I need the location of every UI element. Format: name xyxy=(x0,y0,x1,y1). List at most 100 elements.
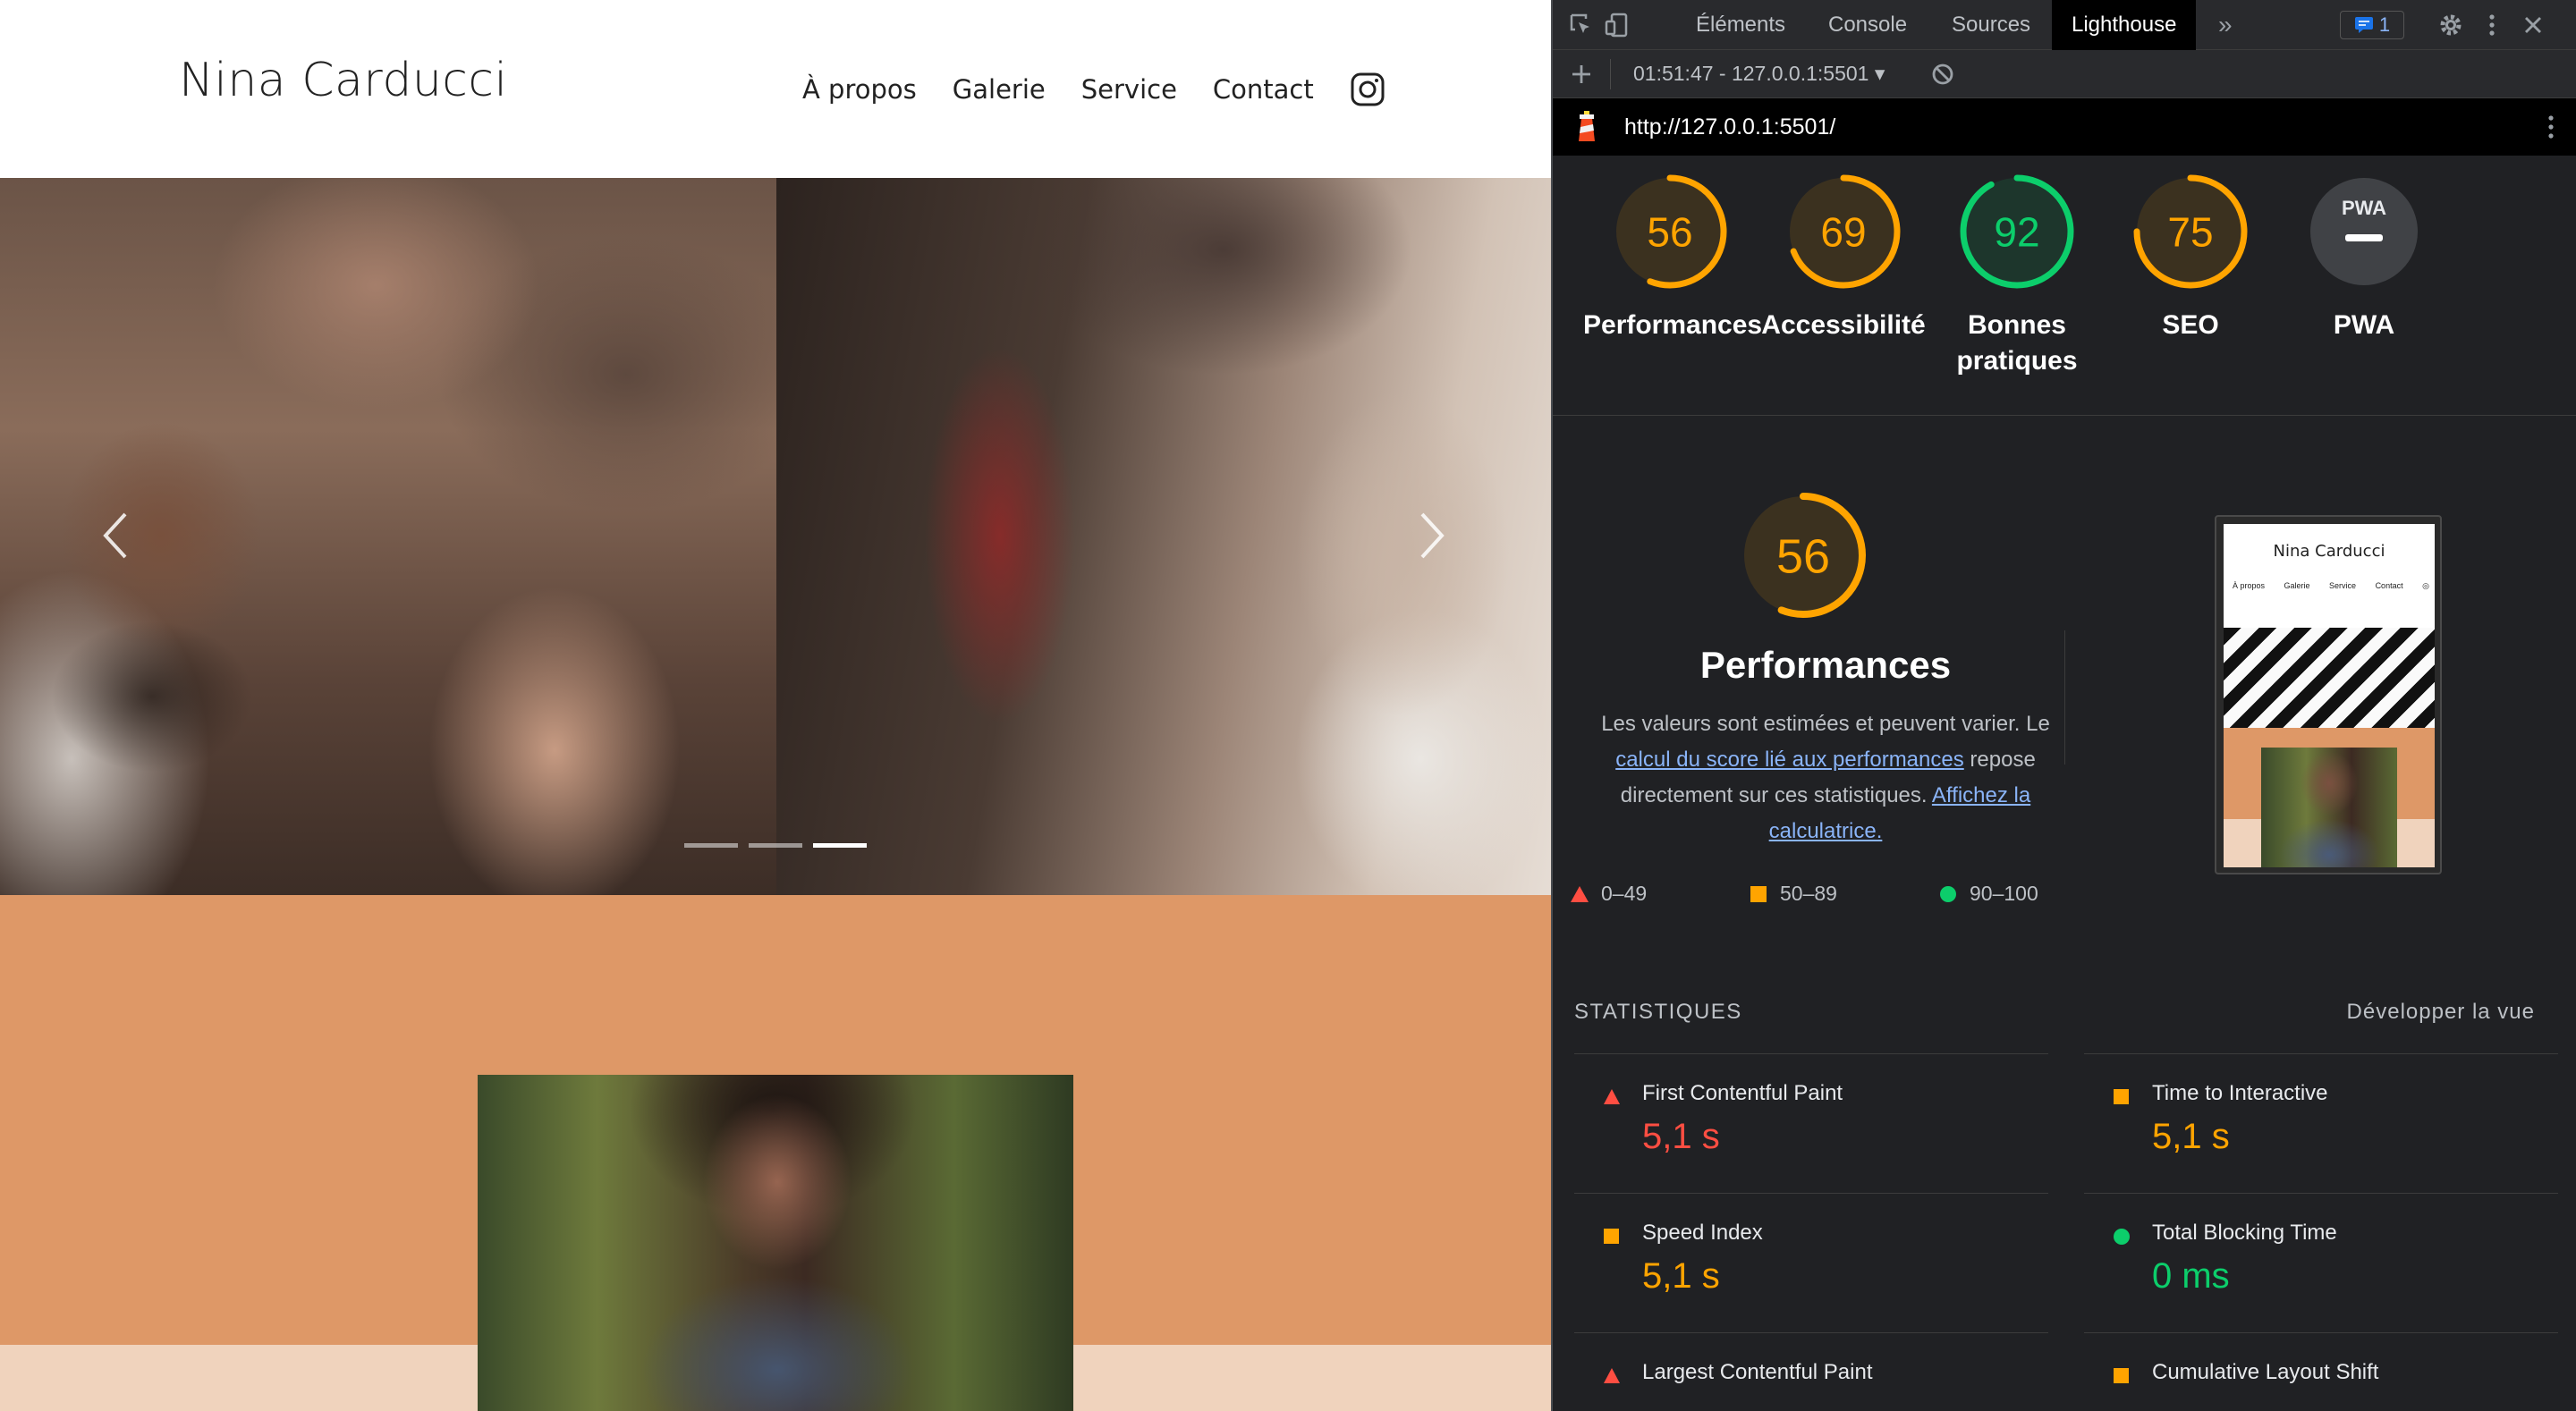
gauge-ring: 92 xyxy=(1960,174,2074,289)
nav-link-about[interactable]: À propos xyxy=(802,74,917,105)
nav-link-contact[interactable]: Contact xyxy=(1213,74,1314,105)
instagram-icon[interactable] xyxy=(1350,72,1385,107)
lighthouse-url-bar: http://127.0.0.1:5501/ xyxy=(1553,98,2576,156)
metric-speed-index: Speed Index 5,1 s xyxy=(1574,1193,2048,1332)
thumbnail-brand: Nina Carducci xyxy=(2273,542,2385,561)
triangle-fail-icon xyxy=(1604,1368,1620,1383)
carousel-indicators xyxy=(684,843,867,848)
report-selector[interactable]: 01:51:47 - 127.0.0.1:5501 ▾ xyxy=(1633,62,1885,86)
metric-name: Speed Index xyxy=(1642,1221,1763,1245)
legend-pass-range: 90–100 xyxy=(1970,882,2038,905)
triangle-fail-icon xyxy=(1571,885,1589,902)
lighthouse-toolbar: 01:51:47 - 127.0.0.1:5501 ▾ xyxy=(1553,50,2576,98)
gauge-seo[interactable]: 75 SEO xyxy=(2104,172,2277,343)
gauge-pwa[interactable]: PWA PWA xyxy=(2277,172,2451,343)
circle-pass-icon xyxy=(2114,1229,2130,1245)
gauge-ring: 69 xyxy=(1786,174,1901,289)
legend-average: 50–89 xyxy=(1750,882,1837,906)
tab-lighthouse[interactable]: Lighthouse xyxy=(2052,0,2197,50)
thumbnail-instagram-icon: ◎ xyxy=(2422,581,2429,590)
gauge-ring-fill xyxy=(2310,178,2418,285)
more-options-icon[interactable] xyxy=(2478,11,2506,39)
performance-heading: Performances xyxy=(1699,644,1952,686)
section-divider xyxy=(1553,415,2576,416)
nav-link-gallery[interactable]: Galerie xyxy=(953,74,1046,105)
thumbnail-nav-item: Galerie xyxy=(2284,581,2310,590)
url-menu-icon[interactable] xyxy=(2544,113,2558,141)
inspect-element-icon[interactable] xyxy=(1567,11,1596,39)
website-viewport: Nina Carducci À propos Galerie Service C… xyxy=(0,0,1551,1411)
performance-score: 56 xyxy=(1776,529,1830,583)
gauge-accessibilité[interactable]: 69 Accessibilité xyxy=(1757,172,1930,343)
square-average-icon xyxy=(1604,1229,1619,1244)
legend-fail-range: 0–49 xyxy=(1601,882,1648,905)
gauge-label: Performances xyxy=(1583,310,1763,340)
thumbnail-nav-item: Contact xyxy=(2375,581,2403,590)
audited-url: http://127.0.0.1:5501/ xyxy=(1624,114,1836,139)
carousel-indicator[interactable] xyxy=(749,843,802,848)
lighthouse-logo-icon xyxy=(1579,111,1595,141)
pwa-badge-icon: PWA xyxy=(2342,197,2386,219)
metric-name: First Contentful Paint xyxy=(1642,1081,1843,1105)
gauge-score: 69 xyxy=(1820,209,1866,256)
device-toolbar-icon[interactable] xyxy=(1603,11,1631,39)
gauge-ring: 56 xyxy=(1613,174,1727,289)
thumbnail-content: Nina Carducci À propos Galerie Service C… xyxy=(2224,524,2435,867)
more-tabs-icon[interactable]: » xyxy=(2218,0,2233,50)
expand-view-toggle[interactable]: Développer la vue xyxy=(2347,1000,2535,1025)
gauge-performances[interactable]: 56 Performances xyxy=(1583,172,1763,343)
main-nav: À propos Galerie Service Contact xyxy=(802,72,1385,107)
score-legend: 0–49 50–89 90–100 xyxy=(1563,882,2100,908)
new-report-plus-icon[interactable] xyxy=(1567,60,1596,89)
page-screenshot-thumbnail[interactable]: Nina Carducci À propos Galerie Service C… xyxy=(2215,515,2442,874)
metric-largest-contentful-paint: Largest Contentful Paint xyxy=(1574,1332,2048,1411)
portrait-photo xyxy=(478,1075,1073,1411)
metric-cumulative-layout-shift: Cumulative Layout Shift xyxy=(2084,1332,2558,1411)
gauge-ring: PWA xyxy=(2310,178,2418,285)
tab-elements[interactable]: Éléments xyxy=(1696,0,1785,50)
metric-value: 5,1 s xyxy=(1642,1117,1720,1156)
tab-sources[interactable]: Sources xyxy=(1952,0,2030,50)
carousel-prev-arrow-icon[interactable] xyxy=(98,509,134,562)
thumbnail-hero-image xyxy=(2224,628,2435,728)
metric-total-blocking-time: Total Blocking Time 0 ms xyxy=(2084,1193,2558,1332)
thumbnail-nav-item: Service xyxy=(2329,581,2357,590)
score-calculation-link[interactable]: calcul du score lié aux performances xyxy=(1615,748,1964,772)
metric-value: 0 ms xyxy=(2152,1256,2230,1296)
metric-name: Cumulative Layout Shift xyxy=(2152,1360,2379,1384)
triangle-fail-icon xyxy=(1604,1089,1620,1104)
clear-all-icon[interactable] xyxy=(1928,60,1957,89)
carousel-indicator-active[interactable] xyxy=(813,843,867,848)
vertical-divider xyxy=(2064,630,2065,765)
metric-name: Total Blocking Time xyxy=(2152,1221,2337,1245)
hero-carousel[interactable] xyxy=(0,178,1551,895)
legend-fail: 0–49 xyxy=(1571,882,1647,906)
carousel-next-arrow-icon[interactable] xyxy=(1413,509,1449,562)
pwa-dash xyxy=(2345,234,2383,241)
toolbar-separator xyxy=(1610,59,1611,89)
message-icon xyxy=(2354,17,2373,33)
nav-link-service[interactable]: Service xyxy=(1081,74,1177,105)
issues-badge[interactable]: 1 xyxy=(2340,11,2404,39)
metric-value: 5,1 s xyxy=(2152,1117,2230,1156)
gauge-score: 56 xyxy=(1647,209,1692,256)
gauge-bonnes-pratiques[interactable]: 92 Bonnes pratiques xyxy=(1930,172,2104,379)
gauge-label: Accessibilité xyxy=(1761,310,1926,340)
site-brand[interactable]: Nina Carducci xyxy=(179,54,507,107)
tab-console[interactable]: Console xyxy=(1828,0,1907,50)
devtools-panel: Éléments Console Sources Lighthouse » 1 xyxy=(1551,0,2576,1411)
about-section xyxy=(0,895,1551,1411)
square-average-icon xyxy=(2114,1089,2129,1104)
settings-gear-icon[interactable] xyxy=(2436,11,2465,39)
metric-name: Largest Contentful Paint xyxy=(1642,1360,1873,1384)
thumbnail-portrait xyxy=(2261,748,2397,867)
gauge-score: 92 xyxy=(1994,209,2039,256)
metrics-heading: STATISTIQUES xyxy=(1574,1000,1742,1024)
metric-value: 5,1 s xyxy=(1642,1256,1720,1296)
metric-time-to-interactive: Time to Interactive 5,1 s xyxy=(2084,1053,2558,1193)
circle-pass-icon xyxy=(1940,885,1956,902)
carousel-indicator[interactable] xyxy=(684,843,738,848)
issues-count: 1 xyxy=(2378,13,2391,36)
metric-first-contentful-paint: First Contentful Paint 5,1 s xyxy=(1574,1053,2048,1193)
close-devtools-icon[interactable] xyxy=(2519,11,2547,39)
